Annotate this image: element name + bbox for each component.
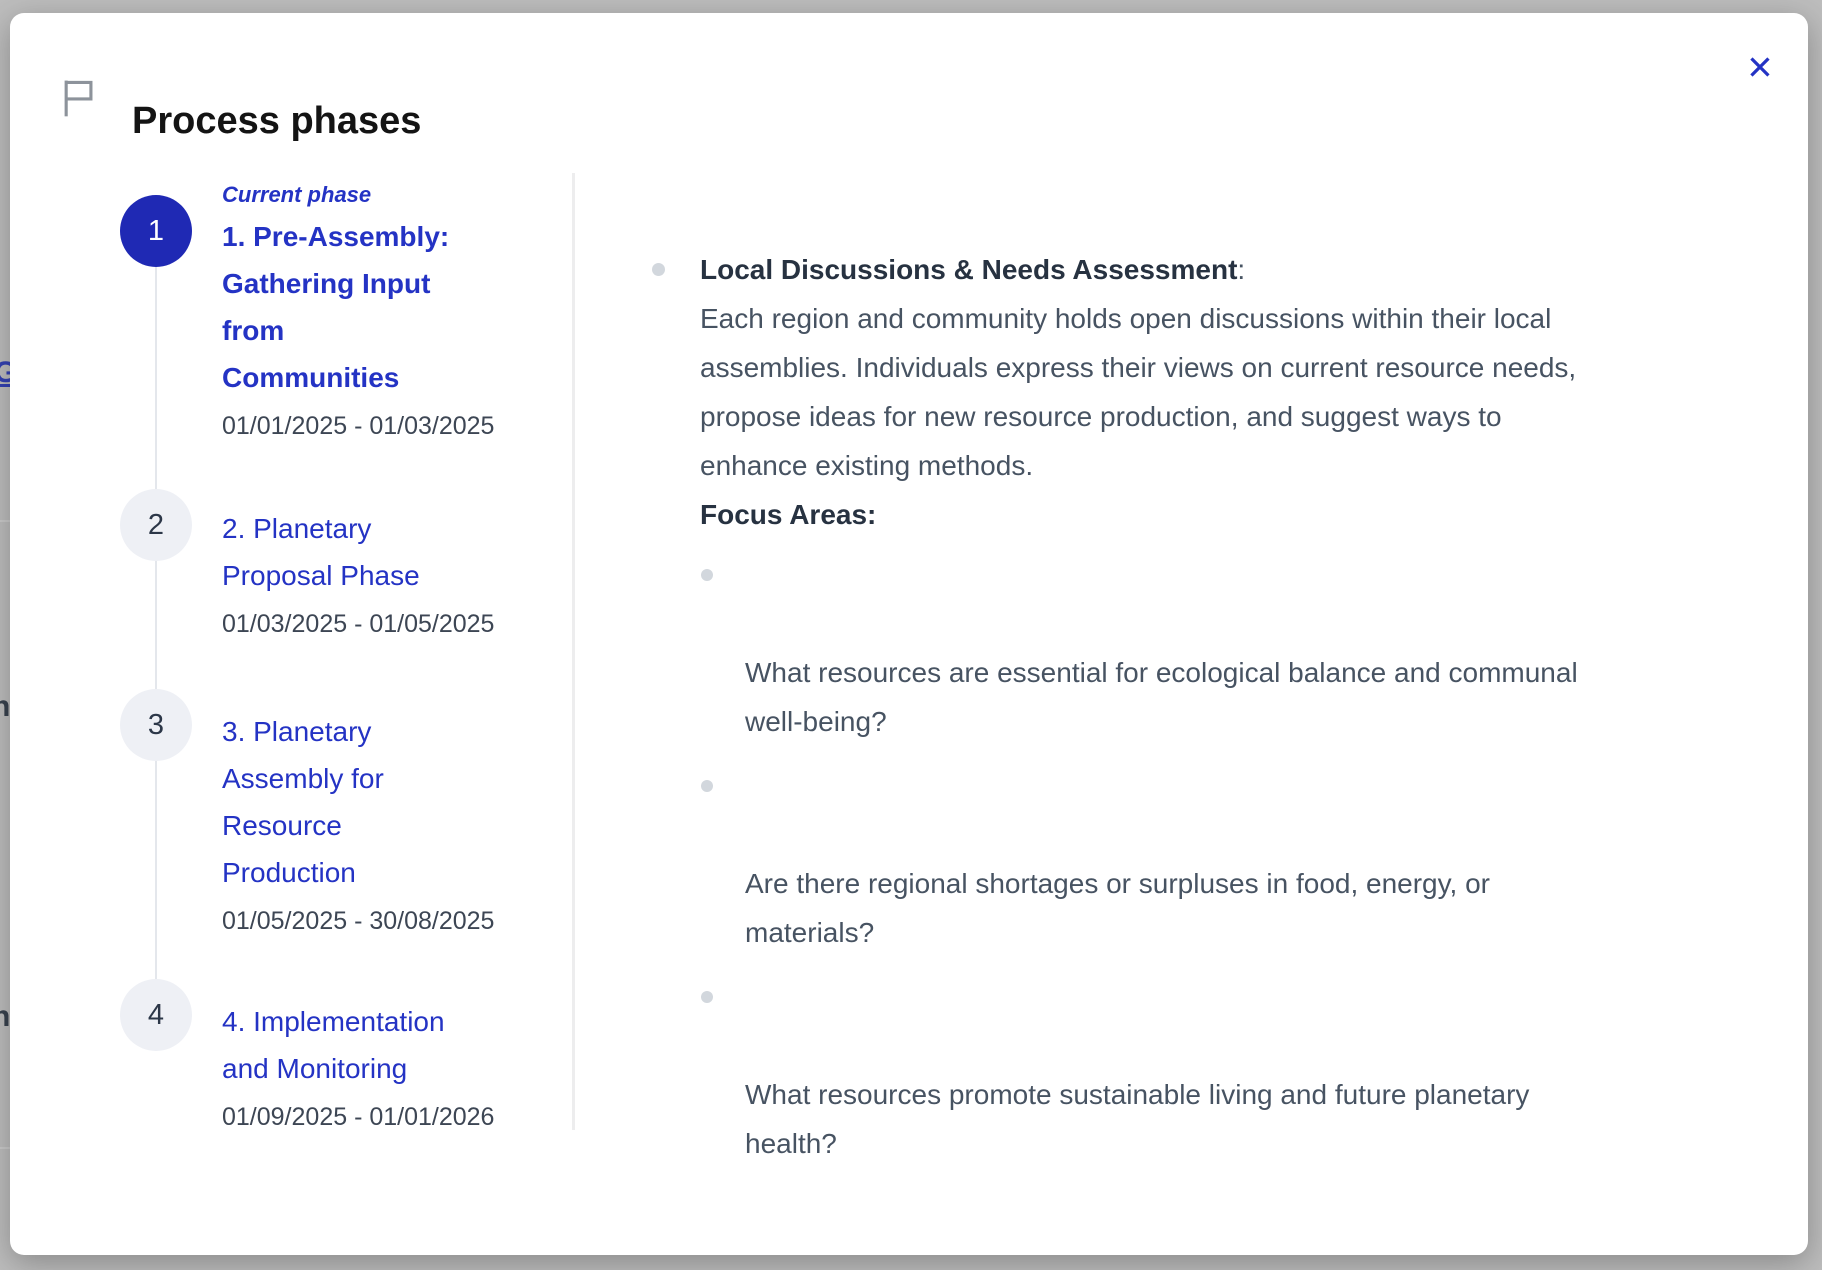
- phase-number: 1: [148, 215, 164, 248]
- phase-number-badge: 4: [120, 979, 192, 1051]
- phase-number-badge: 3: [120, 689, 192, 761]
- focus-area-item: What resources are essential for ecologi…: [700, 550, 1700, 746]
- details-heading-line: Local Discussions & Needs Assessment:: [700, 245, 1700, 294]
- process-phase-item: 3 3. Planetary Assembly for Resource Pro…: [120, 708, 500, 937]
- background-page-text-fragment: n: [0, 690, 10, 724]
- details-heading: Local Discussions & Needs Assessment: [700, 254, 1237, 285]
- close-icon[interactable]: ✕: [1736, 43, 1784, 91]
- current-phase-label: Current phase: [222, 183, 500, 207]
- bullet-icon: [701, 569, 713, 581]
- process-phase-item: 2 2. Planetary Proposal Phase 01/03/2025…: [120, 505, 500, 640]
- background-page-divider: [0, 1147, 10, 1149]
- phase-dates: 01/05/2025 - 30/08/2025: [222, 905, 500, 937]
- bullet-icon: [652, 263, 665, 276]
- focus-area-item: What resources promote sustainable livin…: [700, 972, 1700, 1168]
- details-description: Each region and community holds open dis…: [700, 294, 1700, 490]
- phase-title-link[interactable]: 1. Pre-Assembly: Gathering Input from Co…: [222, 213, 500, 401]
- phase-title-link[interactable]: 2. Planetary Proposal Phase: [222, 505, 500, 599]
- phase-dates: 01/03/2025 - 01/05/2025: [222, 608, 500, 640]
- process-phases-modal: Process phases ✕ 1 Current phase 1. Pre-…: [10, 13, 1808, 1255]
- phase-number-badge: 2: [120, 489, 192, 561]
- focus-areas-heading: Focus Areas:: [700, 490, 1700, 539]
- phase-title-link[interactable]: 3. Planetary Assembly for Resource Produ…: [222, 708, 500, 896]
- flag-icon: [57, 75, 101, 121]
- phase-number-badge: 1: [120, 195, 192, 267]
- phase-number: 4: [148, 999, 164, 1032]
- phase-body: 4. Implementation and Monitoring 01/09/2…: [222, 998, 500, 1133]
- focus-area-text: Are there regional shortages or surpluse…: [745, 868, 1490, 948]
- phase-dates: 01/09/2025 - 01/01/2026: [222, 1101, 500, 1133]
- phase-body: Current phase 1. Pre-Assembly: Gathering…: [222, 183, 500, 442]
- phase-body: 2. Planetary Proposal Phase 01/03/2025 -…: [222, 505, 500, 640]
- details-list-item: Local Discussions & Needs Assessment: Ea…: [645, 245, 1700, 1168]
- process-phase-item: 1 Current phase 1. Pre-Assembly: Gatheri…: [120, 183, 500, 442]
- focus-area-item: Are there regional shortages or surpluse…: [700, 761, 1700, 957]
- focus-area-text: What resources promote sustainable livin…: [745, 1079, 1529, 1159]
- phase-body: 3. Planetary Assembly for Resource Produ…: [222, 708, 500, 937]
- bullet-icon: [701, 780, 713, 792]
- column-divider: [572, 173, 575, 1130]
- phase-details: Local Discussions & Needs Assessment: Ea…: [645, 245, 1700, 1183]
- details-heading-colon: :: [1237, 254, 1245, 285]
- phase-title-link[interactable]: 4. Implementation and Monitoring: [222, 998, 500, 1092]
- focus-areas-list: What resources are essential for ecologi…: [700, 550, 1700, 1168]
- phase-number: 3: [148, 709, 164, 742]
- page: { "dialog": { "title": "Process phases",…: [0, 0, 1822, 1270]
- background-page-text-fragment: n: [0, 1000, 10, 1034]
- background-page-divider: [0, 520, 10, 522]
- phase-dates: 01/01/2025 - 01/03/2025: [222, 410, 500, 442]
- dialog-title: Process phases: [132, 99, 421, 143]
- process-phase-item: 4 4. Implementation and Monitoring 01/09…: [120, 998, 500, 1133]
- bullet-icon: [701, 991, 713, 1003]
- focus-area-text: What resources are essential for ecologi…: [745, 657, 1578, 737]
- phase-number: 2: [148, 509, 164, 542]
- background-page-link-fragment: G: [0, 356, 10, 392]
